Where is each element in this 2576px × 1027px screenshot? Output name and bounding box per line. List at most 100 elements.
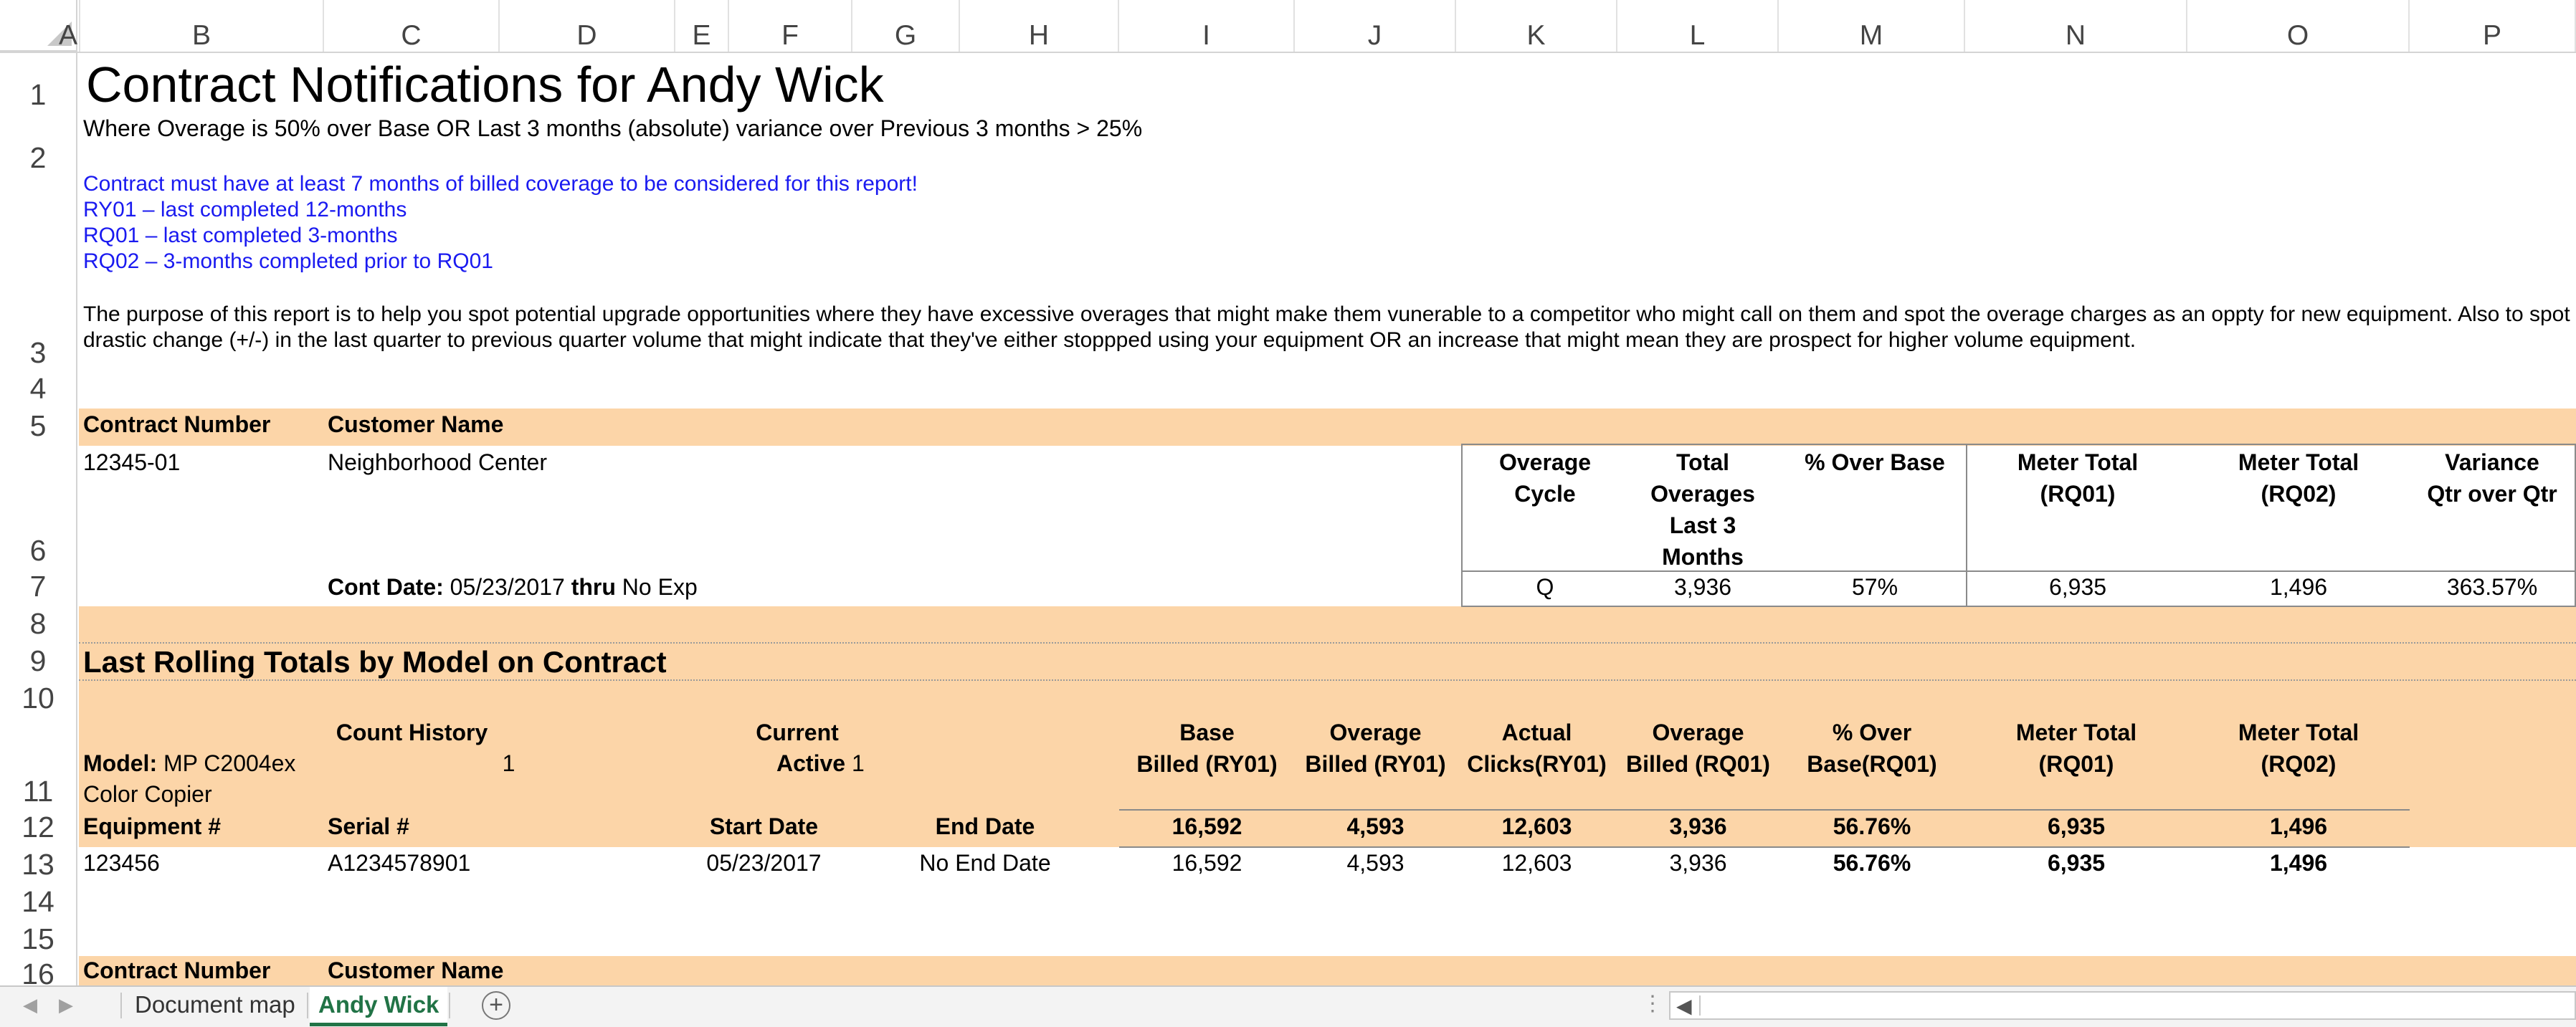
column-header-k[interactable]: K [1456,0,1617,52]
header-contract-number[interactable]: Contract Number [83,411,270,438]
row-header-3[interactable]: 3 [0,178,77,373]
item-meter-rq01[interactable]: 6,935 [1965,850,2187,876]
report-title[interactable]: Contract Notifications for Andy Wick [86,56,884,113]
note-coverage[interactable]: Contract must have at least 7 months of … [83,172,918,196]
column-header-i[interactable]: I [1119,0,1295,52]
total-pct-over[interactable]: 56.76% [1779,813,1965,840]
item-equipment[interactable]: 123456 [83,850,160,876]
item-overage-ry01[interactable]: 4,593 [1295,850,1456,876]
row-header-10[interactable]: 10 [0,681,77,718]
column-header-p[interactable]: P [2410,0,2576,52]
column-header-c[interactable]: C [324,0,500,52]
splitter-handle-icon[interactable]: ⋮ [1642,991,1663,1016]
active-count[interactable]: Active 1 [776,750,865,777]
row-number: 2 [29,141,47,174]
tab-andy-wick[interactable]: Andy Wick [310,987,448,1026]
item-pct-over[interactable]: 56.76% [1779,850,1965,876]
purpose-line-2[interactable]: drastic change (+/-) in the last quarter… [83,328,2136,353]
summary-meter-rq01[interactable]: 6,935 [1968,574,2187,601]
tab-document-map[interactable]: Document map [126,987,304,1023]
row-header-15[interactable]: 15 [0,922,77,959]
column-header-n[interactable]: N [1965,0,2187,52]
count-history-value[interactable]: 1 [500,750,518,777]
label-end-date[interactable]: End Date [888,813,1082,840]
item-start-date[interactable]: 05/23/2017 [675,850,852,876]
row-header-13[interactable]: 13 [0,847,77,884]
column-header-h[interactable]: H [960,0,1119,52]
thru-label: thru [571,574,616,600]
summary-pct-over-base[interactable]: 57% [1785,574,1964,601]
summary-total-overages[interactable]: 3,936 [1627,574,1778,601]
current-label[interactable]: Current [729,720,865,746]
item-end-date[interactable]: No End Date [888,850,1082,876]
row-header-14[interactable]: 14 [0,884,77,922]
row-header-6[interactable]: 6 [0,446,77,570]
total-meter-rq02[interactable]: 1,496 [2187,813,2410,840]
scroll-thumb[interactable] [1699,995,1701,1016]
note-rq02[interactable]: RQ02 – 3-months completed prior to RQ01 [83,249,493,274]
scroll-tabs-right-icon[interactable]: ▶ [59,994,73,1016]
column-header-o[interactable]: O [2187,0,2410,52]
item-actual[interactable]: 12,603 [1456,850,1617,876]
label-serial[interactable]: Serial # [328,813,409,840]
column-header-g[interactable]: G [852,0,960,52]
row-header-7[interactable]: 7 [0,570,77,606]
row-header-4[interactable]: 4 [0,372,77,409]
row-header-2[interactable]: 2 [0,115,77,178]
new-sheet-plus-icon[interactable]: + [482,991,510,1020]
item-base[interactable]: 16,592 [1119,850,1295,876]
column-header-f[interactable]: F [729,0,852,52]
label-start-date[interactable]: Start Date [675,813,852,840]
customer-name[interactable]: Neighborhood Center [328,449,547,476]
row-header-12[interactable]: 12 [0,811,77,847]
scroll-tabs-left-icon[interactable]: ◀ [23,994,37,1016]
contract-number[interactable]: 12345-01 [83,449,180,476]
summary-variance[interactable]: 363.57% [2410,574,2575,601]
header-meter-rq02: Meter Total (RQ02) [2238,720,2359,777]
summary-meter-rq02[interactable]: 1,496 [2187,574,2410,601]
column-header-l[interactable]: L [1617,0,1779,52]
item-meter-rq02[interactable]: 1,496 [2187,850,2410,876]
model-name[interactable]: Model: MP C2004ex [83,750,295,777]
column-header-j[interactable]: J [1295,0,1456,52]
row-number: 7 [29,570,47,603]
row-header-5[interactable]: 5 [0,409,77,446]
horizontal-scrollbar[interactable]: ◀ [1669,991,2576,1020]
total-base[interactable]: 16,592 [1119,813,1295,840]
column-header-b[interactable]: B [80,0,324,52]
purpose-line-1[interactable]: The purpose of this report is to help yo… [83,302,2576,327]
row-number: 9 [29,644,47,677]
label-equipment[interactable]: Equipment # [83,813,221,840]
row-header-11[interactable]: 11 [0,718,77,811]
column-header-e[interactable]: E [675,0,729,52]
count-history-label[interactable]: Count History [324,720,500,746]
contract-dates[interactable]: Cont Date: 05/23/2017 thru No Exp [328,574,698,601]
next-header-customer-name[interactable]: Customer Name [328,957,503,984]
note-ry01[interactable]: RY01 – last completed 12-months [83,198,407,222]
row-header-1[interactable]: 1 [0,53,77,115]
active-label: Active [776,750,846,776]
spreadsheet-grid[interactable]: A B C D E F G H I J K L M N O P 1 2 3 4 … [0,0,2576,985]
row-header-16[interactable]: 16 [0,957,77,985]
rolling-section-title[interactable]: Last Rolling Totals by Model on Contract [83,645,667,679]
row-header-8[interactable]: 8 [0,606,77,644]
column-header-d[interactable]: D [500,0,675,52]
total-overage-rq01[interactable]: 3,936 [1617,813,1779,840]
report-criteria[interactable]: Where Overage is 50% over Base OR Last 3… [83,115,1142,142]
summary-cycle[interactable]: Q [1470,574,1620,601]
column-header-m[interactable]: M [1779,0,1965,52]
item-overage-rq01[interactable]: 3,936 [1617,850,1779,876]
next-header-contract-number[interactable]: Contract Number [83,957,270,984]
header-customer-name[interactable]: Customer Name [328,411,503,438]
item-serial[interactable]: A1234578901 [328,850,470,876]
note-rq01[interactable]: RQ01 – last completed 3-months [83,224,398,248]
total-overage-ry01[interactable]: 4,593 [1295,813,1456,840]
total-meter-rq01[interactable]: 6,935 [1965,813,2187,840]
row-header-9[interactable]: 9 [0,644,77,681]
header-base-billed: Base Billed (RY01) [1136,720,1278,777]
tab-separator [307,993,308,1018]
model-description[interactable]: Color Copier [83,781,212,808]
scroll-left-icon[interactable]: ◀ [1676,994,1692,1018]
column-header-a[interactable]: A [57,0,80,52]
total-actual[interactable]: 12,603 [1456,813,1617,840]
